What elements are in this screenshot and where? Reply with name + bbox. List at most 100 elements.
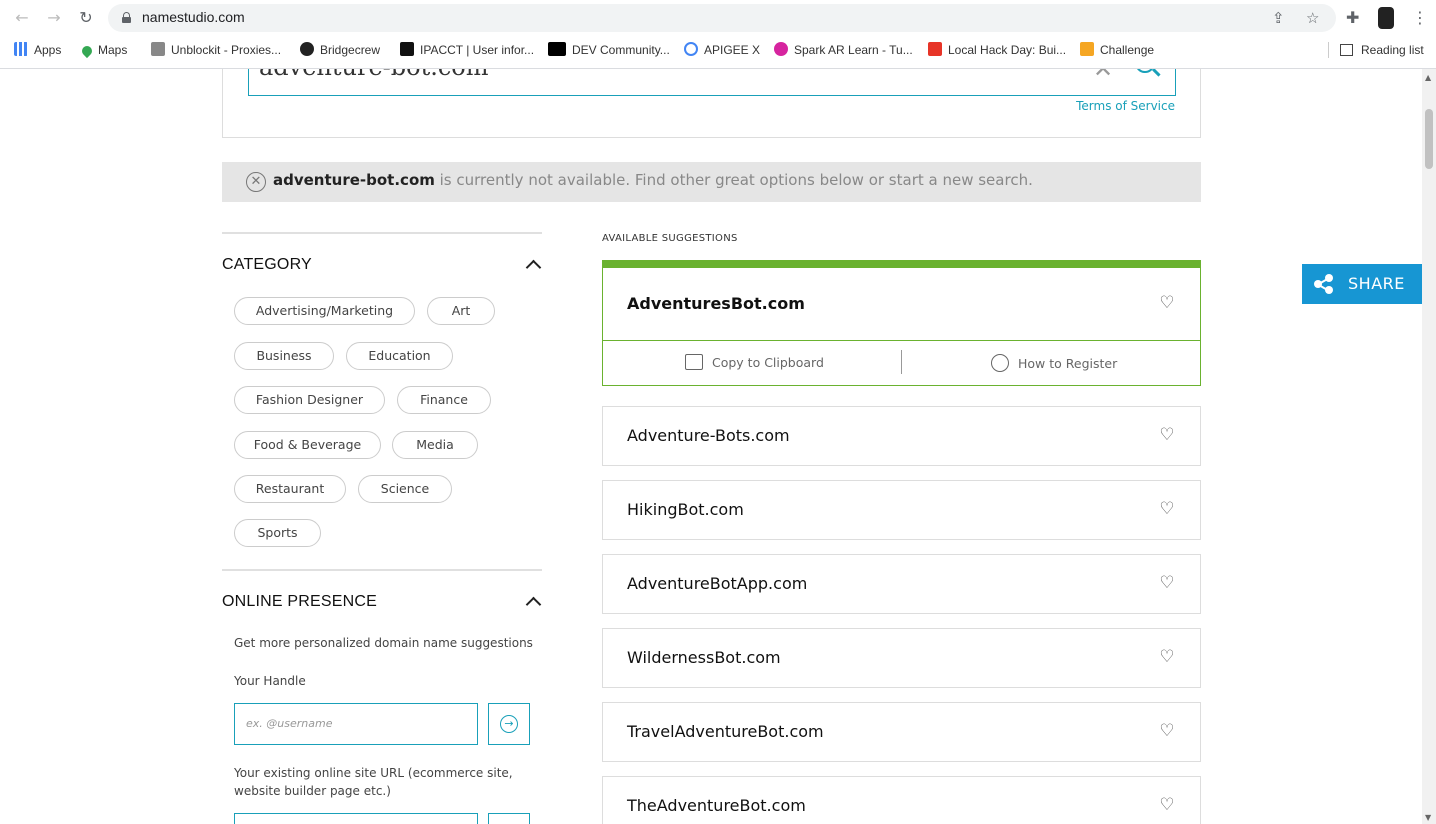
dev-icon — [548, 42, 566, 56]
handle-submit-button[interactable]: → — [488, 703, 530, 745]
github-icon — [300, 42, 314, 56]
suggestion-row[interactable]: Adventure-Bots.com ♡ — [602, 406, 1201, 466]
heart-icon[interactable]: ♡ — [1158, 649, 1176, 666]
google-cloud-icon — [684, 42, 698, 56]
suggestion-domain: TravelAdventureBot.com — [627, 722, 824, 741]
suggestion-domain: Adventure-Bots.com — [627, 426, 790, 445]
maps-pin-icon — [79, 43, 95, 59]
unblockit-icon — [151, 42, 165, 56]
forward-arrow-icon[interactable]: → — [44, 8, 64, 28]
page-content: adventure-bot.com ✕ Terms of Service ✕ a… — [0, 69, 1422, 824]
category-pill-fashion[interactable]: Fashion Designer — [234, 386, 385, 414]
terms-of-service-link[interactable]: Terms of Service — [1076, 99, 1175, 113]
suggestion-row[interactable]: WildernessBot.com ♡ — [602, 628, 1201, 688]
extensions-puzzle-icon[interactable]: ✚ — [1346, 8, 1359, 27]
share-button[interactable]: SHARE — [1302, 264, 1423, 304]
copy-to-clipboard-button[interactable]: Copy to Clipboard — [685, 354, 824, 370]
ipacct-icon — [400, 42, 414, 56]
address-bar[interactable]: namestudio.com ⇪ ☆ — [108, 4, 1336, 32]
bookmark-apigee[interactable]: APIGEE X — [684, 40, 760, 60]
bookmark-apps[interactable]: Apps — [14, 40, 61, 60]
bookmark-maps[interactable]: Maps — [79, 40, 127, 60]
search-icon[interactable] — [1135, 69, 1161, 81]
category-pill-finance[interactable]: Finance — [397, 386, 491, 414]
share-page-icon[interactable]: ⇪ — [1272, 9, 1285, 27]
divider — [222, 232, 542, 234]
heart-icon[interactable]: ♡ — [1158, 427, 1176, 444]
clipboard-icon — [685, 354, 703, 370]
divider — [603, 340, 1200, 341]
category-pill-business[interactable]: Business — [234, 342, 334, 370]
suggestion-domain: TheAdventureBot.com — [627, 796, 806, 815]
arrow-right-circle-icon: → — [500, 715, 518, 733]
category-pill-education[interactable]: Education — [346, 342, 453, 370]
suggestions-heading: AVAILABLE SUGGESTIONS — [602, 233, 738, 244]
chevron-up-icon[interactable] — [525, 596, 542, 613]
browser-menu-icon[interactable]: ⋮ — [1412, 8, 1428, 27]
bookmark-spark-ar[interactable]: Spark AR Learn - Tu... — [774, 40, 913, 60]
category-pill-food[interactable]: Food & Beverage — [234, 431, 381, 459]
category-pill-art[interactable]: Art — [427, 297, 495, 325]
heart-icon[interactable]: ♡ — [1158, 797, 1176, 814]
browser-chrome: ← → ↻ namestudio.com ⇪ ☆ ✚ ⋮ Apps Maps U… — [0, 0, 1436, 69]
url-text: namestudio.com — [142, 9, 245, 25]
heart-icon[interactable]: ♡ — [1158, 295, 1176, 312]
bookmark-label: APIGEE X — [704, 43, 761, 57]
bookmark-label: Challenge — [1100, 43, 1155, 57]
bookmark-local-hack-day[interactable]: Local Hack Day: Bui... — [928, 40, 1066, 60]
category-pill-sports[interactable]: Sports — [234, 519, 321, 547]
handle-input[interactable]: ex. @username — [234, 703, 478, 745]
domain-search-input[interactable]: adventure-bot.com ✕ — [248, 69, 1176, 96]
featured-suggestion-card[interactable]: AdventuresBot.com ♡ Copy to Clipboard Ho… — [602, 260, 1201, 386]
bookmark-label: Bridgecrew — [320, 43, 381, 57]
category-pill-science[interactable]: Science — [358, 475, 452, 503]
share-label: SHARE — [1348, 274, 1405, 293]
category-pill-restaurant[interactable]: Restaurant — [234, 475, 346, 503]
suggestion-domain: AdventureBotApp.com — [627, 574, 808, 593]
reload-icon[interactable]: ↻ — [76, 8, 96, 28]
suggestion-row[interactable]: TheAdventureBot.com ♡ — [602, 776, 1201, 824]
share-icon — [1314, 274, 1334, 294]
reading-list-button[interactable]: Reading list — [1340, 40, 1424, 60]
suggestion-domain: WildernessBot.com — [627, 648, 781, 667]
site-url-input[interactable] — [234, 813, 478, 824]
bookmark-label: IPACCT | User infor... — [420, 43, 535, 57]
scroll-down-arrow-icon[interactable]: ▼ — [1425, 813, 1431, 822]
suggestion-row[interactable]: AdventureBotApp.com ♡ — [602, 554, 1201, 614]
bookmark-label: DEV Community... — [572, 43, 670, 57]
heart-icon[interactable]: ♡ — [1158, 723, 1176, 740]
bookmark-unblockit[interactable]: Unblockit - Proxies... — [151, 40, 281, 60]
bookmark-star-icon[interactable]: ☆ — [1306, 9, 1319, 27]
profile-avatar[interactable] — [1378, 7, 1394, 29]
bookmark-bridgecrew[interactable]: Bridgecrew — [300, 40, 380, 60]
register-label: How to Register — [1018, 356, 1118, 371]
back-arrow-icon[interactable]: ← — [12, 8, 32, 28]
close-circle-icon: ✕ — [246, 172, 266, 192]
bookmark-ipacct[interactable]: IPACCT | User infor... — [400, 40, 534, 60]
scroll-thumb[interactable] — [1425, 109, 1433, 169]
suggestion-row[interactable]: HikingBot.com ♡ — [602, 480, 1201, 540]
lock-icon — [122, 12, 131, 23]
clear-search-icon[interactable]: ✕ — [1093, 69, 1113, 83]
page-scrollbar[interactable]: ▲ ▼ — [1422, 69, 1436, 824]
site-url-label: Your existing online site URL (ecommerce… — [234, 766, 513, 798]
site-url-submit-button[interactable] — [488, 813, 530, 824]
category-pill-advertising[interactable]: Advertising/Marketing — [234, 297, 415, 325]
alert-domain: adventure-bot.com — [273, 171, 435, 189]
bookmarks-bar: Apps Maps Unblockit - Proxies... Bridgec… — [0, 38, 1436, 62]
chevron-up-icon[interactable] — [525, 259, 542, 276]
scroll-up-arrow-icon[interactable]: ▲ — [1425, 73, 1431, 82]
online-presence-description: Get more personalized domain name sugges… — [234, 636, 533, 650]
heart-icon[interactable]: ♡ — [1158, 575, 1176, 592]
globe-icon — [991, 354, 1009, 372]
mlh-icon — [1080, 42, 1094, 56]
heart-icon[interactable]: ♡ — [1158, 501, 1176, 518]
suggestion-row[interactable]: TravelAdventureBot.com ♡ — [602, 702, 1201, 762]
bookmark-dev[interactable]: DEV Community... — [548, 40, 670, 60]
reading-list-label: Reading list — [1361, 43, 1424, 57]
apps-grid-icon — [14, 42, 28, 56]
bookmark-challenge[interactable]: Challenge — [1080, 40, 1154, 60]
online-presence-heading: ONLINE PRESENCE — [222, 593, 378, 610]
how-to-register-button[interactable]: How to Register — [991, 354, 1117, 372]
category-pill-media[interactable]: Media — [392, 431, 478, 459]
